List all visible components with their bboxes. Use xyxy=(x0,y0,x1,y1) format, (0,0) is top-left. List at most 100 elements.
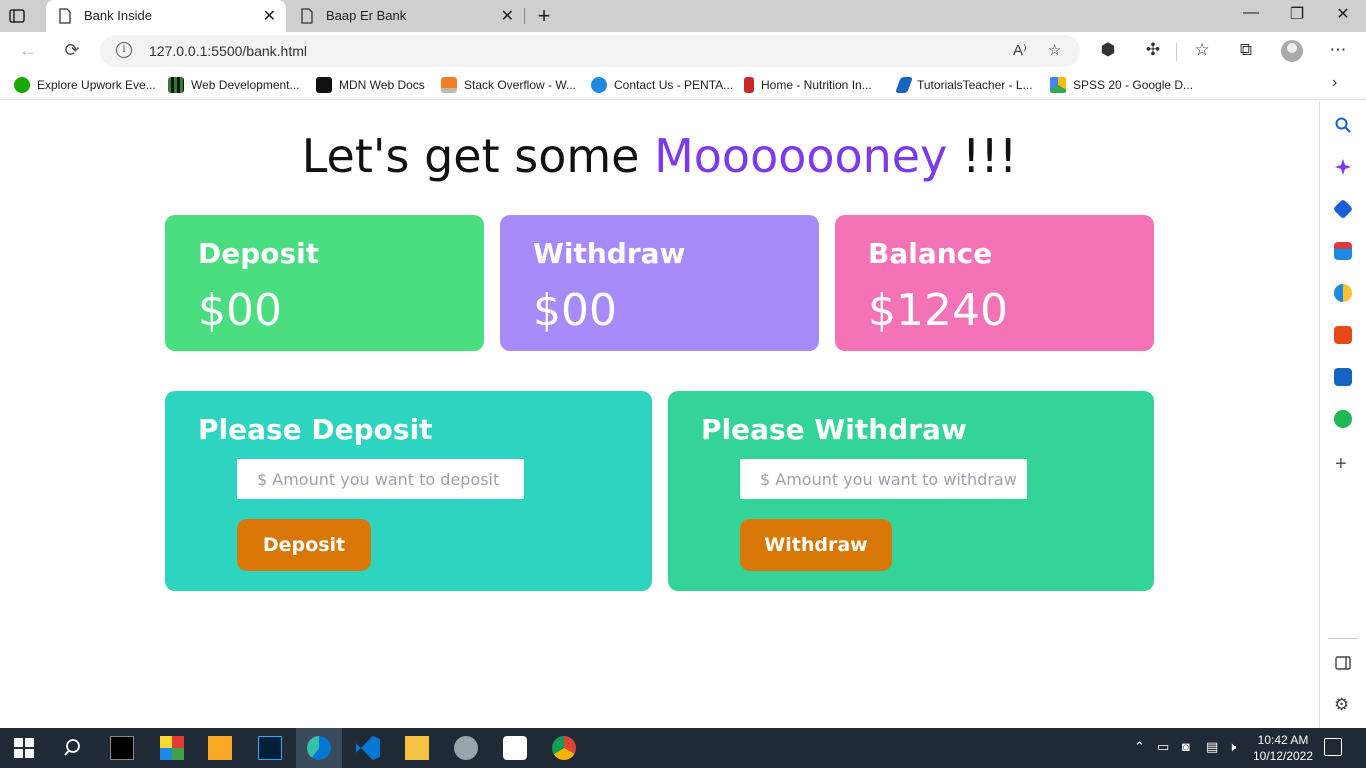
taskbar-search-icon[interactable] xyxy=(62,736,86,760)
page-content: Let's get some Mooooooney !!! Deposit $0… xyxy=(0,101,1319,728)
bookmark-spss[interactable]: SPSS 20 - Google D... xyxy=(1050,77,1193,93)
withdraw-total-value: $00 xyxy=(533,285,617,336)
deposit-card-label: Deposit xyxy=(198,237,320,270)
tray-chevron-up-icon[interactable]: ⌃ xyxy=(1134,739,1145,755)
deposit-panel: Please Deposit Deposit xyxy=(165,391,652,591)
r-language-icon[interactable] xyxy=(454,736,478,760)
chevron-right-icon[interactable]: › xyxy=(1332,74,1337,92)
hide-sidebar-icon[interactable] xyxy=(1334,654,1352,672)
notion-icon[interactable] xyxy=(503,736,527,760)
bookmark-upwork[interactable]: Explore Upwork Eve... xyxy=(14,77,156,93)
edge-sidebar: + ⚙ xyxy=(1319,101,1366,728)
balance-card-label: Balance xyxy=(868,237,993,270)
headline-suffix: !!! xyxy=(947,129,1018,183)
deposit-panel-title: Please Deposit xyxy=(198,413,433,446)
settings-gear-icon[interactable]: ⚙ xyxy=(1334,695,1352,714)
address-toolbar: ← ⟳ i 127.0.0.1:5500/bank.html A⁾ ☆ ⬢ ✣ … xyxy=(0,32,1366,70)
spotify-icon[interactable] xyxy=(1334,410,1352,428)
close-icon[interactable]: ✕ xyxy=(263,6,276,26)
close-icon[interactable]: ✕ xyxy=(501,6,514,26)
url-text[interactable]: 127.0.0.1:5500/bank.html xyxy=(149,43,307,59)
file-explorer-icon[interactable] xyxy=(405,736,429,760)
collections-icon[interactable]: ⧉ xyxy=(1235,40,1257,60)
bookmark-contact-penta[interactable]: Contact Us - PENTA... xyxy=(591,77,733,93)
sidebar-divider xyxy=(1328,638,1358,639)
refresh-icon[interactable]: ⟳ xyxy=(60,40,84,61)
tab-strip: Bank Inside ✕ Baap Er Bank ✕ + — ❐ ✕ xyxy=(0,0,1366,32)
system-clock[interactable]: 10:42 AM 10/12/2022 xyxy=(1248,732,1318,764)
chrome-icon[interactable] xyxy=(552,736,576,760)
vscode-icon[interactable] xyxy=(356,736,380,760)
read-aloud-icon[interactable]: A⁾ xyxy=(1013,41,1027,59)
window-close-icon[interactable]: ✕ xyxy=(1331,4,1355,24)
balance-total-value: $1240 xyxy=(868,285,1008,336)
camera-icon[interactable]: ◙ xyxy=(1182,739,1190,754)
page-headline: Let's get some Mooooooney !!! xyxy=(0,129,1319,183)
mdn-icon xyxy=(316,77,332,93)
tab-baap-er-bank[interactable]: Baap Er Bank ✕ xyxy=(288,0,524,32)
tutorialsteacher-icon xyxy=(895,77,913,93)
network-icon[interactable]: ▤ xyxy=(1206,739,1218,755)
tab-divider xyxy=(524,8,525,24)
profile-avatar[interactable] xyxy=(1281,40,1303,62)
back-arrow-icon[interactable]: ← xyxy=(16,40,40,61)
deposit-amount-input[interactable] xyxy=(237,459,524,499)
site-info-icon[interactable]: i xyxy=(116,42,132,58)
bookmark-nutrition[interactable]: Home - Nutrition In... xyxy=(744,77,872,93)
withdraw-panel-title: Please Withdraw xyxy=(701,413,967,446)
bookmarks-bar: Explore Upwork Eve... Web Development...… xyxy=(0,70,1366,100)
extension-cube-icon[interactable]: ⬢ xyxy=(1097,40,1119,60)
search-icon[interactable] xyxy=(1334,116,1352,134)
upwork-icon xyxy=(14,77,30,93)
add-app-plus-icon[interactable]: + xyxy=(1335,453,1347,476)
restore-icon[interactable]: ❐ xyxy=(1285,4,1309,24)
photoshop-icon[interactable] xyxy=(258,736,282,760)
grid-icon xyxy=(168,77,184,93)
bottle-icon xyxy=(744,77,754,93)
deposit-button[interactable]: Deposit xyxy=(237,519,371,571)
games-icon[interactable] xyxy=(1334,284,1352,302)
notification-icon[interactable] xyxy=(1324,738,1342,756)
tab-title: Bank Inside xyxy=(84,8,152,23)
tab-actions-icon[interactable] xyxy=(8,7,26,25)
tools-icon[interactable] xyxy=(1334,242,1352,260)
bookmark-tutorialsteacher[interactable]: TutorialsTeacher - L... xyxy=(895,77,1033,93)
windows-start-icon[interactable] xyxy=(14,738,34,758)
sparkle-icon[interactable] xyxy=(1334,158,1352,176)
toolbar-divider xyxy=(1176,43,1177,61)
withdraw-panel: Please Withdraw Withdraw xyxy=(668,391,1154,591)
more-menu-icon[interactable]: ⋯ xyxy=(1327,40,1349,60)
volume-icon[interactable]: 🕨 xyxy=(1228,739,1236,755)
page-icon xyxy=(59,8,71,24)
address-bar[interactable]: i 127.0.0.1:5500/bank.html A⁾ ☆ xyxy=(100,35,1080,67)
withdraw-summary-card: Withdraw $00 xyxy=(500,215,819,351)
withdraw-card-label: Withdraw xyxy=(533,237,686,270)
clock-time: 10:42 AM xyxy=(1257,733,1309,747)
office-icon[interactable] xyxy=(1334,326,1352,344)
bookmark-mdn[interactable]: MDN Web Docs xyxy=(316,77,425,93)
edge-icon[interactable] xyxy=(307,736,331,760)
new-tab-plus-icon[interactable]: + xyxy=(533,3,555,29)
store-icon[interactable] xyxy=(208,736,232,760)
clock-date: 10/12/2022 xyxy=(1252,749,1314,763)
app-grid-icon[interactable] xyxy=(160,736,184,760)
shopping-tag-icon[interactable] xyxy=(1332,198,1354,220)
bookmark-stackoverflow[interactable]: Stack Overflow - W... xyxy=(441,77,576,93)
extensions-puzzle-icon[interactable]: ✣ xyxy=(1142,40,1164,60)
deposit-summary-card: Deposit $00 xyxy=(165,215,484,351)
stackoverflow-icon xyxy=(441,77,457,93)
headline-prefix: Let's get some xyxy=(301,129,655,183)
bookmark-web-development[interactable]: Web Development... xyxy=(168,77,300,93)
add-favorite-icon[interactable]: ☆ xyxy=(1048,41,1061,59)
minimize-icon[interactable]: — xyxy=(1239,4,1263,22)
battery-icon[interactable]: ▭ xyxy=(1157,739,1169,755)
favorites-icon[interactable]: ☆ xyxy=(1191,40,1213,60)
headline-accent: Mooooooney xyxy=(654,129,948,183)
withdraw-button[interactable]: Withdraw xyxy=(740,519,892,571)
page-icon xyxy=(301,8,313,24)
terminal-icon[interactable] xyxy=(110,736,134,760)
outlook-icon[interactable] xyxy=(1334,368,1352,386)
withdraw-amount-input[interactable] xyxy=(740,459,1027,499)
deposit-total-value: $00 xyxy=(198,285,282,336)
tab-bank-inside[interactable]: Bank Inside ✕ xyxy=(46,0,286,32)
